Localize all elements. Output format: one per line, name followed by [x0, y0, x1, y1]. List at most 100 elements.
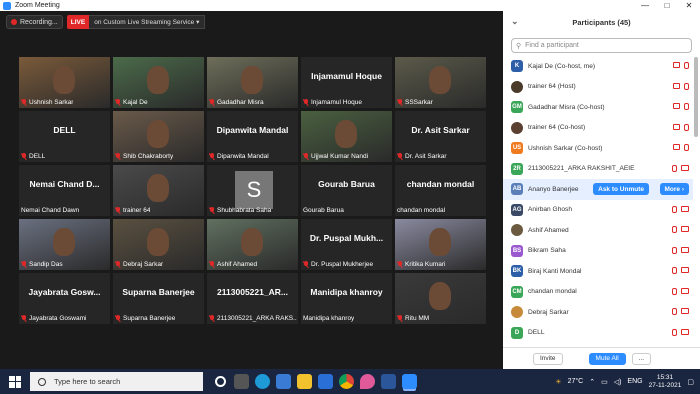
participant-name-label: Kritika Kumari: [397, 261, 445, 268]
participant-avatar: BK: [511, 265, 523, 278]
participant-row[interactable]: AG Anirban Ghosh: [503, 200, 693, 221]
search-placeholder: Find a participant: [525, 42, 579, 49]
video-tile[interactable]: Ashif Ahamed: [207, 219, 298, 270]
participant-name: Gadadhar Misra: [217, 99, 264, 106]
more-options-button[interactable]: ...: [631, 352, 652, 365]
participant-row[interactable]: BS Bikram Saha: [503, 241, 693, 262]
video-tile[interactable]: Dr. Puspal Mukh... Dr. Puspal Mukherjee: [301, 219, 392, 270]
video-tile[interactable]: 2113005221_AR... 2113005221_ARKA RAKS...: [207, 273, 298, 324]
collapse-chevron-icon[interactable]: ⌄: [511, 16, 519, 27]
word-icon[interactable]: [381, 374, 396, 389]
participant-name-label: SSSarkar: [397, 99, 433, 106]
participant-avatar: 2R: [511, 162, 523, 175]
ask-to-unmute-button[interactable]: Ask to Unmute: [593, 183, 649, 195]
participant-status-icons: [672, 308, 689, 315]
color-app-icon[interactable]: [360, 374, 375, 389]
participant-name: Gourab Barua: [303, 207, 344, 214]
file-explorer-icon[interactable]: [297, 374, 312, 389]
more-button[interactable]: More ›: [659, 183, 689, 195]
video-tile[interactable]: Ritu MM: [395, 273, 486, 324]
video-tile[interactable]: Shib Chakraborty: [113, 111, 204, 162]
network-icon[interactable]: ▭: [601, 378, 608, 386]
participant-row[interactable]: trainer 64 (Host): [503, 77, 693, 98]
video-tile[interactable]: Dipanwita Mandal Dipanwita Mandal: [207, 111, 298, 162]
temperature: 27°C: [567, 378, 584, 385]
participant-search-input[interactable]: ⚲ Find a participant: [511, 38, 692, 53]
participant-label: trainer 64 (Host): [528, 83, 576, 91]
participant-avatar: D: [511, 326, 523, 339]
video-tile[interactable]: Suparna Banerjee Suparna Banerjee: [113, 273, 204, 324]
taskbar-apps: [213, 374, 417, 389]
store-icon[interactable]: [276, 374, 291, 389]
minimize-button[interactable]: —: [634, 1, 656, 10]
video-tile[interactable]: Kritika Kumari: [395, 219, 486, 270]
participant-row[interactable]: Ashif Ahamed: [503, 220, 693, 241]
participant-label: Ananyo Banerjee: [528, 185, 579, 193]
video-tile[interactable]: Jayabrata Gosw... Jayabrata Goswami: [19, 273, 110, 324]
windows-start-icon[interactable]: [6, 373, 24, 391]
tray-chevron-icon[interactable]: ⌃: [589, 378, 595, 386]
live-stream-status[interactable]: LIVE on Custom Live Streaming Service ▾: [66, 15, 206, 29]
video-tile[interactable]: Kajal De: [113, 57, 204, 108]
participant-row[interactable]: GM Gadadhar Misra (Co-host): [503, 97, 693, 118]
participants-panel: ⌄ Participants (45) ⚲ Find a participant…: [503, 11, 700, 369]
muted-mic-icon: [397, 315, 403, 322]
participant-name-label: Ushnish Sarkar: [21, 99, 73, 106]
participant-label: Ushnish Sarkar (Co-host): [528, 144, 603, 152]
video-tile[interactable]: Ushnish Sarkar: [19, 57, 110, 108]
maximize-button[interactable]: □: [656, 1, 678, 10]
taskbar-search-box[interactable]: Type here to search: [30, 372, 203, 391]
participant-row[interactable]: US Ushnish Sarkar (Co-host): [503, 138, 693, 159]
invite-button[interactable]: Invite: [533, 352, 563, 365]
video-tile[interactable]: Gourab Barua Gourab Barua: [301, 165, 392, 216]
participant-row[interactable]: AB Ananyo Banerjee Ask to Unmute More ›: [503, 179, 693, 200]
video-tile[interactable]: SSSarkar: [395, 57, 486, 108]
close-button[interactable]: ✕: [678, 1, 700, 10]
video-tile[interactable]: trainer 64: [113, 165, 204, 216]
window-controls: — □ ✕: [634, 1, 700, 10]
participant-display-name: Dr. Puspal Mukh...: [309, 233, 384, 243]
live-service-dropdown[interactable]: on Custom Live Streaming Service ▾: [89, 15, 206, 29]
mute-all-button[interactable]: Mute All: [588, 352, 626, 365]
participant-row[interactable]: BK Biraj Kanti Mondal: [503, 261, 693, 282]
video-tile[interactable]: DELL DELL: [19, 111, 110, 162]
zoom-taskbar-icon[interactable]: [402, 374, 417, 389]
participant-row[interactable]: CM chandan mondal: [503, 282, 693, 303]
video-tile[interactable]: Debraj Sarkar: [113, 219, 204, 270]
participant-photo: [511, 80, 523, 93]
participant-row[interactable]: trainer 64 (Co-host): [503, 118, 693, 139]
participant-row[interactable]: D DELL: [503, 323, 693, 344]
video-tile[interactable]: Injamamul Hoque Injamamul Hoque: [301, 57, 392, 108]
notification-icon[interactable]: ▢: [687, 378, 694, 386]
clock[interactable]: 15:31 27-11-2021: [649, 374, 682, 390]
participant-list-scrollbar[interactable]: [694, 57, 698, 137]
widgets-icon[interactable]: [234, 374, 249, 389]
video-tile[interactable]: Ujjwal Kumar Nandi: [301, 111, 392, 162]
video-tile[interactable]: S Shubhabrata Saha: [207, 165, 298, 216]
participant-face: [53, 228, 75, 256]
video-tile[interactable]: Manidipa khanroy Manidipa khanroy: [301, 273, 392, 324]
task-view-icon[interactable]: [215, 376, 226, 387]
video-off-icon: [673, 103, 680, 109]
edge-browser-icon[interactable]: [255, 374, 270, 389]
video-tile[interactable]: Nemai Chand D... Nemai Chand Dawn: [19, 165, 110, 216]
volume-icon[interactable]: ◁): [614, 378, 622, 386]
muted-mic-icon: [209, 207, 215, 214]
mail-icon[interactable]: [318, 374, 333, 389]
video-tile[interactable]: Sandip Das: [19, 219, 110, 270]
video-tile[interactable]: chandan mondal chandan mondal: [395, 165, 486, 216]
participant-row[interactable]: 2R 2113005221_ARKA RAKSHIT_AEIE: [503, 159, 693, 180]
chrome-icon[interactable]: [339, 374, 354, 389]
participant-name: Kritika Kumari: [405, 261, 446, 268]
participant-row[interactable]: Debraj Sarkar: [503, 302, 693, 323]
recording-indicator[interactable]: Recording...: [6, 15, 63, 29]
video-tile[interactable]: Gadadhar Misra: [207, 57, 298, 108]
muted-mic-icon: [672, 267, 677, 274]
language-indicator[interactable]: ENG: [627, 378, 642, 385]
video-tile[interactable]: Dr. Asit Sarkar Dr. Asit Sarkar: [395, 111, 486, 162]
participant-face: [147, 120, 169, 148]
live-badge: LIVE: [66, 15, 90, 29]
weather-icon[interactable]: ☀: [555, 378, 561, 386]
participant-row[interactable]: K Kajal De (Co-host, me): [503, 56, 693, 77]
participant-name: Suparna Banerjee: [123, 315, 176, 322]
